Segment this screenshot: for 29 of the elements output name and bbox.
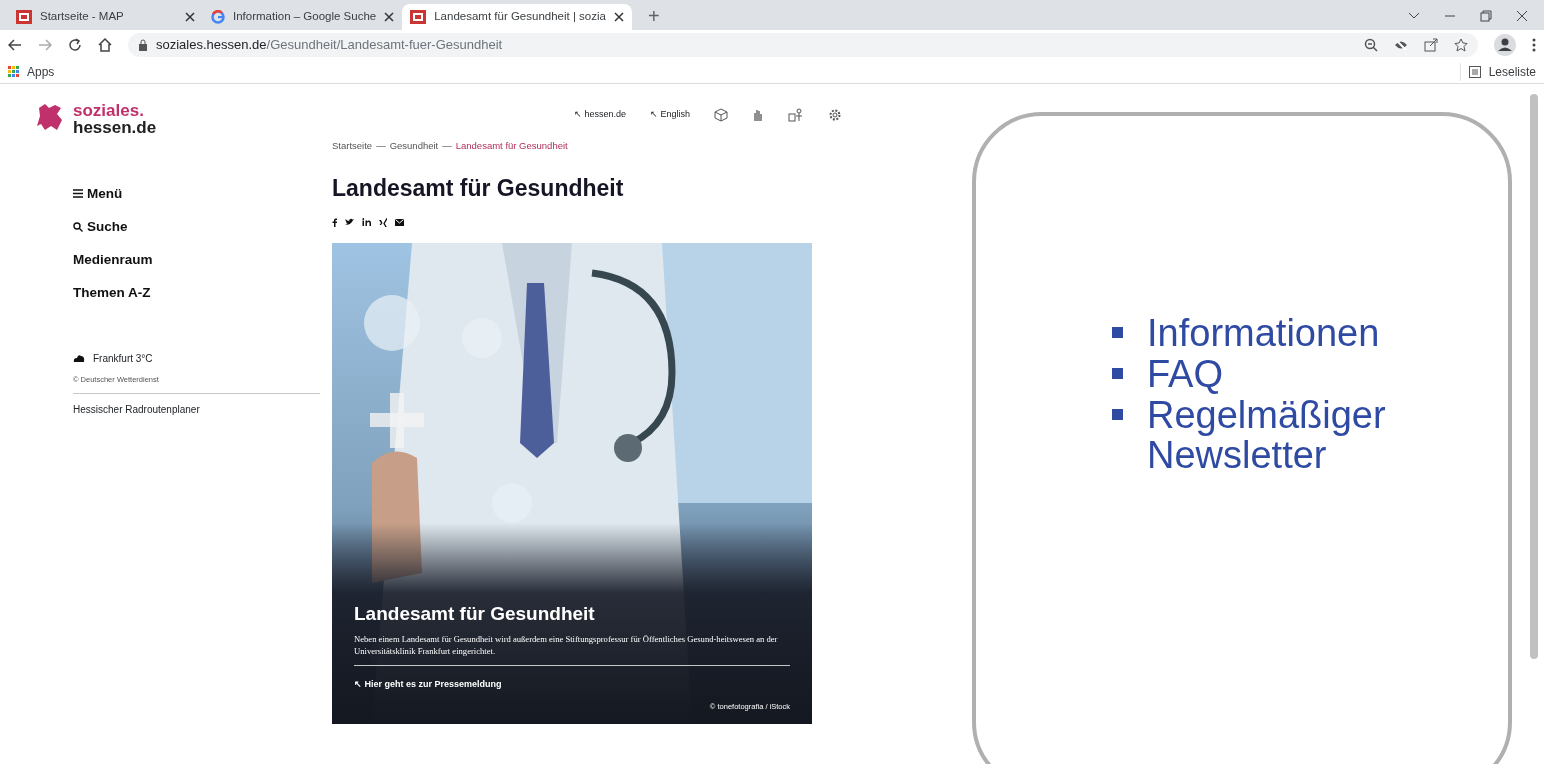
sidebar-link[interactable]: Hessischer Radroutenplaner <box>73 401 320 417</box>
site-logo[interactable]: soziales. hessen.de <box>73 102 157 138</box>
top-link[interactable]: ↖ English <box>649 108 690 122</box>
breadcrumb-separator: — <box>376 139 386 153</box>
top-link[interactable]: ↖ hessen.de <box>573 108 626 122</box>
image-caption-title: Landesamt für Gesundheit <box>354 601 596 626</box>
new-tab-button[interactable]: + <box>631 6 676 30</box>
image-caption-text: Neben einem Landesamt für Gesundheit wird außerdem eine Stiftungsprofessur für Öffentliches Gesund-heitswesen an der Universitätsklinik Frankfurt eingerichtet. <box>354 634 779 658</box>
browser-tab[interactable]: Information – Google Suche <box>203 4 403 30</box>
browser-tab[interactable]: Startseite - MAP <box>8 4 203 30</box>
callout-item: Informationen <box>1147 313 1380 354</box>
nav-link[interactable]: Suche <box>73 216 332 238</box>
breadcrumb-link[interactable]: Startseite <box>332 139 373 154</box>
weather-text: Frankfurt 3°C <box>93 351 153 366</box>
callout-item: Regelmäßiger Newsletter <box>1147 394 1387 476</box>
breadcrumb-link[interactable]: Landesamt für Gesundheit <box>455 139 568 154</box>
press-release-link[interactable]: ↖ Hier geht es zur Pressemeldung <box>354 678 790 692</box>
page-title: Landesamt für Gesundheit <box>332 175 625 203</box>
callout-item: FAQ <box>1147 353 1224 395</box>
nav-link[interactable]: Medienraum <box>73 250 332 271</box>
breadcrumb-link[interactable]: Gesundheit <box>389 139 439 154</box>
url-text: soziales.hessen.de/Gesundheit/Landesamt-fuer-Gesundheit <box>156 36 504 55</box>
reading-list-button[interactable]: Leseliste <box>1459 62 1536 81</box>
bookmark[interactable]: Apps <box>8 62 55 81</box>
browser-tab[interactable]: Landesamt für Gesundheit | sozia <box>402 4 632 30</box>
breadcrumb-separator: — <box>442 139 452 153</box>
nav-link[interactable]: Themen A-Z <box>73 283 332 304</box>
nav-link[interactable]: Menü <box>73 183 332 204</box>
address-bar[interactable]: soziales.hessen.de/Gesundheit/Landesamt-fuer-Gesundheit <box>128 33 1478 57</box>
